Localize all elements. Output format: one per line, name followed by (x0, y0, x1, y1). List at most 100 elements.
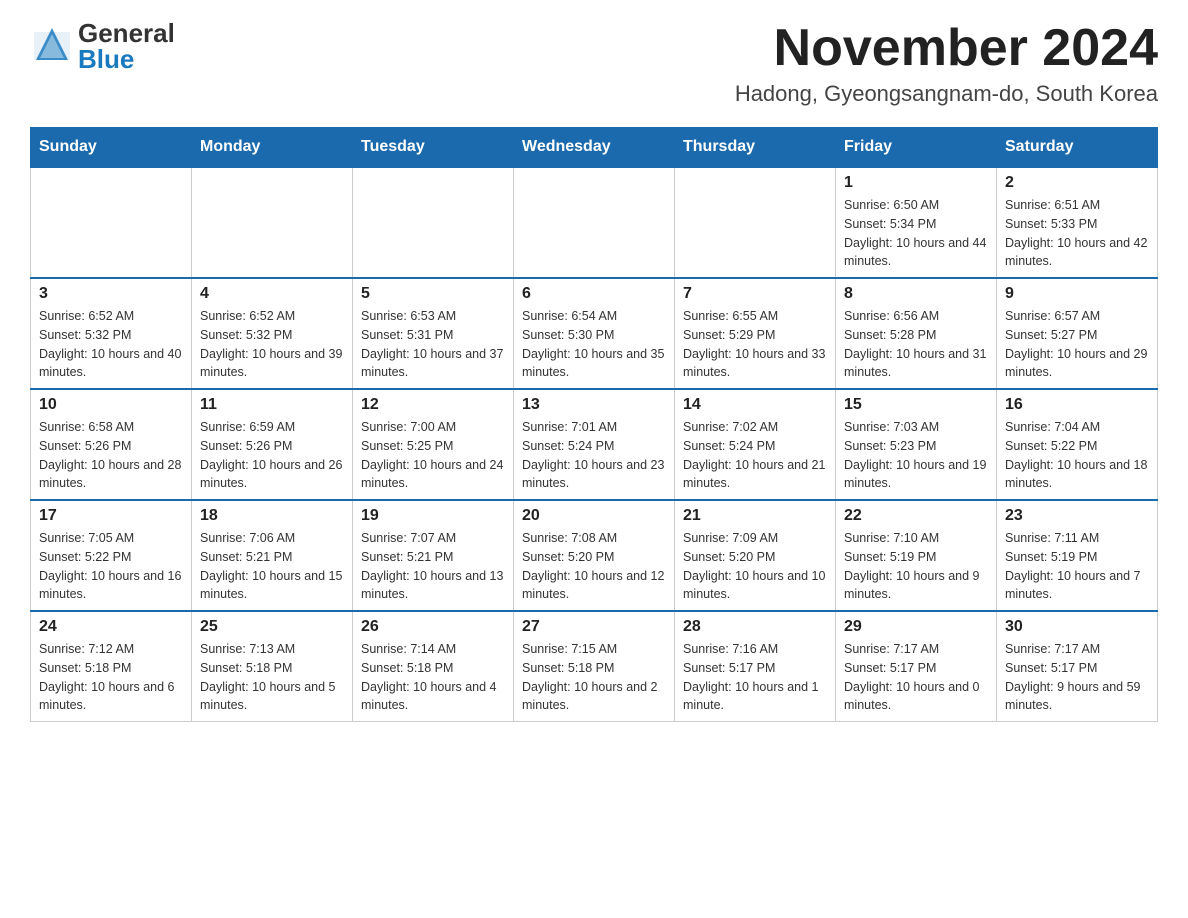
day-info: Sunrise: 7:14 AMSunset: 5:18 PMDaylight:… (361, 640, 505, 715)
day-info: Sunrise: 7:06 AMSunset: 5:21 PMDaylight:… (200, 529, 344, 604)
day-number: 12 (361, 396, 505, 414)
col-friday: Friday (836, 128, 997, 168)
day-number: 2 (1005, 174, 1149, 192)
table-row: 15Sunrise: 7:03 AMSunset: 5:23 PMDayligh… (836, 389, 997, 500)
page-subtitle: Hadong, Gyeongsangnam-do, South Korea (735, 81, 1158, 107)
logo-general-text: General (78, 20, 175, 46)
page-header: General Blue November 2024 Hadong, Gyeon… (30, 20, 1158, 107)
table-row: 11 Sunrise: 6:59 AMSunset: 5:26 PMDayligh… (192, 389, 353, 500)
table-row: 7 Sunrise: 6:55 AMSunset: 5:29 PMDaylight… (675, 278, 836, 389)
day-info: Sunrise: 7:03 AMSunset: 5:23 PMDaylight:… (844, 418, 988, 493)
day-number: 17 (39, 507, 183, 525)
day-info: Sunrise: 7:01 AMSunset: 5:24 PMDaylight:… (522, 418, 666, 493)
calendar-week-row: 17 Sunrise: 7:05 AMSunset: 5:22 PMDayligh… (31, 500, 1158, 611)
table-row: 16Sunrise: 7:04 AMSunset: 5:22 PMDayligh… (997, 389, 1158, 500)
day-info: Sunrise: 7:17 AMSunset: 5:17 PMDaylight:… (1005, 640, 1149, 715)
table-row (675, 167, 836, 278)
day-number: 11 (200, 396, 344, 414)
day-info: Sunrise: 7:13 AMSunset: 5:18 PMDaylight:… (200, 640, 344, 715)
table-row: 23Sunrise: 7:11 AMSunset: 5:19 PMDayligh… (997, 500, 1158, 611)
day-info: Sunrise: 6:51 AMSunset: 5:33 PMDaylight:… (1005, 196, 1149, 271)
day-number: 21 (683, 507, 827, 525)
table-row (353, 167, 514, 278)
day-info: Sunrise: 7:11 AMSunset: 5:19 PMDaylight:… (1005, 529, 1149, 604)
day-number: 26 (361, 618, 505, 636)
day-number: 14 (683, 396, 827, 414)
day-info: Sunrise: 7:05 AMSunset: 5:22 PMDaylight:… (39, 529, 183, 604)
calendar-week-row: 3 Sunrise: 6:52 AMSunset: 5:32 PMDaylight… (31, 278, 1158, 389)
day-number: 1 (844, 174, 988, 192)
col-monday: Monday (192, 128, 353, 168)
day-info: Sunrise: 6:57 AMSunset: 5:27 PMDaylight:… (1005, 307, 1149, 382)
table-row: 26 Sunrise: 7:14 AMSunset: 5:18 PMDayligh… (353, 611, 514, 722)
day-number: 7 (683, 285, 827, 303)
day-number: 20 (522, 507, 666, 525)
calendar-week-row: 1 Sunrise: 6:50 AMSunset: 5:34 PMDaylight… (31, 167, 1158, 278)
table-row: 5Sunrise: 6:53 AMSunset: 5:31 PMDaylight… (353, 278, 514, 389)
table-row: 17 Sunrise: 7:05 AMSunset: 5:22 PMDayligh… (31, 500, 192, 611)
day-number: 28 (683, 618, 827, 636)
calendar-week-row: 10 Sunrise: 6:58 AMSunset: 5:26 PMDayligh… (31, 389, 1158, 500)
calendar-header-row: Sunday Monday Tuesday Wednesday Thursday… (31, 128, 1158, 168)
day-number: 29 (844, 618, 988, 636)
day-info: Sunrise: 7:16 AMSunset: 5:17 PMDaylight:… (683, 640, 827, 715)
day-number: 22 (844, 507, 988, 525)
day-info: Sunrise: 7:12 AMSunset: 5:18 PMDaylight:… (39, 640, 183, 715)
day-info: Sunrise: 6:50 AMSunset: 5:34 PMDaylight:… (844, 196, 988, 271)
table-row: 24 Sunrise: 7:12 AMSunset: 5:18 PMDayligh… (31, 611, 192, 722)
calendar-week-row: 24 Sunrise: 7:12 AMSunset: 5:18 PMDayligh… (31, 611, 1158, 722)
day-info: Sunrise: 6:53 AMSunset: 5:31 PMDaylight:… (361, 307, 505, 382)
table-row: 20 Sunrise: 7:08 AMSunset: 5:20 PMDayligh… (514, 500, 675, 611)
day-number: 18 (200, 507, 344, 525)
day-info: Sunrise: 7:10 AMSunset: 5:19 PMDaylight:… (844, 529, 988, 604)
table-row: 19Sunrise: 7:07 AMSunset: 5:21 PMDayligh… (353, 500, 514, 611)
table-row: 13 Sunrise: 7:01 AMSunset: 5:24 PMDayligh… (514, 389, 675, 500)
table-row (192, 167, 353, 278)
day-info: Sunrise: 6:59 AMSunset: 5:26 PMDaylight:… (200, 418, 344, 493)
table-row: 28 Sunrise: 7:16 AMSunset: 5:17 PMDayligh… (675, 611, 836, 722)
day-number: 10 (39, 396, 183, 414)
day-number: 9 (1005, 285, 1149, 303)
table-row: 21 Sunrise: 7:09 AMSunset: 5:20 PMDayligh… (675, 500, 836, 611)
table-row: 27 Sunrise: 7:15 AMSunset: 5:18 PMDayligh… (514, 611, 675, 722)
day-info: Sunrise: 6:52 AMSunset: 5:32 PMDaylight:… (39, 307, 183, 382)
col-sunday: Sunday (31, 128, 192, 168)
day-number: 24 (39, 618, 183, 636)
title-area: November 2024 Hadong, Gyeongsangnam-do, … (735, 20, 1158, 107)
day-info: Sunrise: 6:52 AMSunset: 5:32 PMDaylight:… (200, 307, 344, 382)
day-info: Sunrise: 7:15 AMSunset: 5:18 PMDaylight:… (522, 640, 666, 715)
day-number: 13 (522, 396, 666, 414)
day-info: Sunrise: 7:08 AMSunset: 5:20 PMDaylight:… (522, 529, 666, 604)
day-info: Sunrise: 7:09 AMSunset: 5:20 PMDaylight:… (683, 529, 827, 604)
table-row: 9 Sunrise: 6:57 AMSunset: 5:27 PMDaylight… (997, 278, 1158, 389)
day-number: 8 (844, 285, 988, 303)
day-info: Sunrise: 6:55 AMSunset: 5:29 PMDaylight:… (683, 307, 827, 382)
day-number: 19 (361, 507, 505, 525)
col-tuesday: Tuesday (353, 128, 514, 168)
calendar-table: Sunday Monday Tuesday Wednesday Thursday… (30, 127, 1158, 722)
day-info: Sunrise: 6:54 AMSunset: 5:30 PMDaylight:… (522, 307, 666, 382)
day-info: Sunrise: 7:02 AMSunset: 5:24 PMDaylight:… (683, 418, 827, 493)
col-wednesday: Wednesday (514, 128, 675, 168)
table-row: 1 Sunrise: 6:50 AMSunset: 5:34 PMDaylight… (836, 167, 997, 278)
table-row: 12 Sunrise: 7:00 AMSunset: 5:25 PMDayligh… (353, 389, 514, 500)
day-number: 27 (522, 618, 666, 636)
day-info: Sunrise: 7:00 AMSunset: 5:25 PMDaylight:… (361, 418, 505, 493)
logo-blue-text: Blue (78, 46, 175, 72)
day-info: Sunrise: 6:58 AMSunset: 5:26 PMDaylight:… (39, 418, 183, 493)
day-number: 6 (522, 285, 666, 303)
table-row: 3 Sunrise: 6:52 AMSunset: 5:32 PMDaylight… (31, 278, 192, 389)
logo-icon (30, 24, 74, 68)
col-thursday: Thursday (675, 128, 836, 168)
day-number: 25 (200, 618, 344, 636)
day-info: Sunrise: 7:17 AMSunset: 5:17 PMDaylight:… (844, 640, 988, 715)
table-row: 10 Sunrise: 6:58 AMSunset: 5:26 PMDayligh… (31, 389, 192, 500)
table-row: 29 Sunrise: 7:17 AMSunset: 5:17 PMDayligh… (836, 611, 997, 722)
day-number: 3 (39, 285, 183, 303)
table-row: 14 Sunrise: 7:02 AMSunset: 5:24 PMDayligh… (675, 389, 836, 500)
table-row (514, 167, 675, 278)
col-saturday: Saturday (997, 128, 1158, 168)
table-row (31, 167, 192, 278)
table-row: 2 Sunrise: 6:51 AMSunset: 5:33 PMDaylight… (997, 167, 1158, 278)
day-number: 30 (1005, 618, 1149, 636)
